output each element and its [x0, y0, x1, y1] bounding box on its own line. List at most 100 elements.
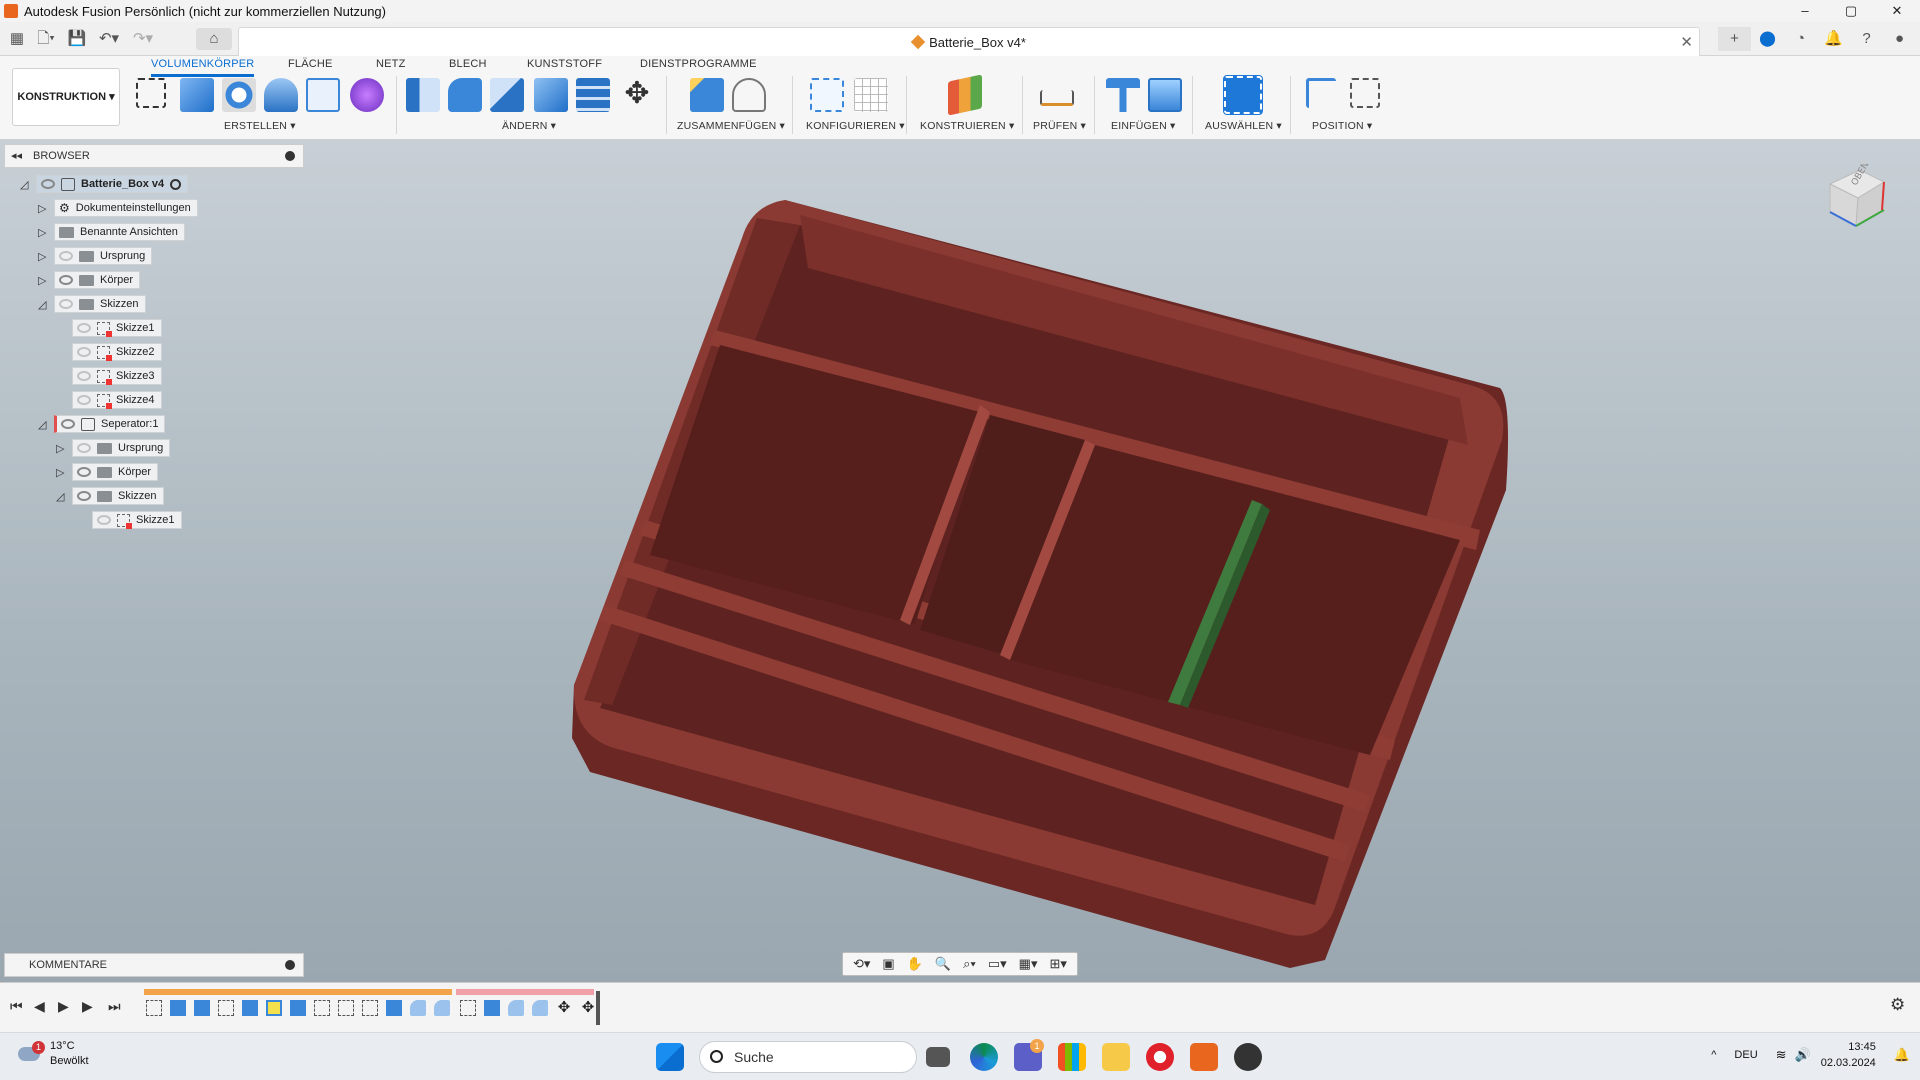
tree-node-seperator-koerper[interactable]: ▷ Körper [56, 462, 159, 482]
extrude-feature-icon[interactable] [170, 1000, 186, 1016]
display-settings-icon[interactable]: ▭▾ [988, 956, 1007, 972]
notifications-icon[interactable]: 🔔 [1817, 27, 1850, 51]
collapse-icon[interactable]: ◿ [20, 178, 34, 191]
eye-icon[interactable] [41, 179, 55, 189]
pan-icon[interactable]: ✋ [907, 956, 923, 972]
group-einfuegen[interactable]: EINFÜGEN ▾ [1111, 120, 1175, 132]
eye-icon[interactable] [77, 443, 91, 453]
clock[interactable]: 13:45 02.03.2024 [1821, 1039, 1876, 1071]
move-feature-icon[interactable]: ✥ [556, 1000, 572, 1016]
chevron-up-icon[interactable]: ^ [1711, 1049, 1716, 1061]
fit-icon[interactable]: ⌕▾ [963, 956, 976, 972]
input-language[interactable]: DEU [1734, 1049, 1757, 1061]
tree-node-dokumenteinstellungen[interactable]: ▷ ⚙ Dokumenteinstellungen [38, 198, 198, 218]
tree-node-benannte-ansichten[interactable]: ▷ Benannte Ansichten [38, 222, 185, 242]
zoom-icon[interactable]: 🔍 [935, 956, 951, 972]
eye-icon[interactable] [77, 491, 91, 501]
move-copy-icon[interactable]: ✥ [620, 78, 654, 112]
fusion-taskbar-icon[interactable] [1190, 1043, 1218, 1071]
tab-flaeche[interactable]: FLÄCHE [288, 58, 333, 74]
activate-icon[interactable] [170, 178, 182, 190]
tree-node-ursprung[interactable]: ▷ Ursprung [38, 246, 153, 266]
sketch-feature-icon[interactable] [362, 1000, 378, 1016]
create-sketch-icon[interactable] [136, 78, 166, 108]
go-to-start-icon[interactable]: ⏮ [10, 998, 23, 1015]
task-view-icon[interactable] [926, 1047, 950, 1067]
expand-icon[interactable]: ▷ [38, 250, 52, 263]
extensions-icon[interactable]: ⬤ [1751, 27, 1784, 51]
expand-icon[interactable]: ▷ [38, 226, 52, 239]
sketch-feature-icon[interactable] [314, 1000, 330, 1016]
eye-icon[interactable] [59, 299, 73, 309]
sketch-feature-icon[interactable] [338, 1000, 354, 1016]
insert-image-icon[interactable] [1148, 78, 1182, 112]
step-back-icon[interactable]: ◀ [34, 998, 45, 1015]
offset-plane-icon[interactable] [948, 74, 982, 116]
eye-icon[interactable] [59, 275, 73, 285]
group-konfigurieren[interactable]: KONFIGURIEREN ▾ [806, 120, 905, 132]
extrude-feature-icon[interactable] [290, 1000, 306, 1016]
joint-icon[interactable] [732, 78, 766, 112]
eye-icon[interactable] [77, 347, 91, 357]
revert-position-icon[interactable] [1350, 78, 1380, 108]
new-component-icon[interactable] [690, 78, 724, 112]
tab-dienstprogramme[interactable]: DIENSTPROGRAMME [640, 58, 757, 74]
save-icon[interactable]: 💾 [66, 28, 88, 50]
new-tab-icon[interactable]: + [1718, 27, 1751, 51]
file-explorer-icon[interactable] [1102, 1043, 1130, 1071]
collapse-icon[interactable]: ◿ [56, 490, 70, 503]
weather-widget[interactable]: 1 13°C Bewölkt [16, 1039, 89, 1069]
grid-icon[interactable]: ▦▾ [1019, 956, 1038, 972]
notification-bell-icon[interactable]: 🔔 [1894, 1047, 1910, 1063]
orbit-icon[interactable]: ⟲▾ [853, 956, 870, 972]
revolve-icon[interactable] [222, 78, 256, 112]
eye-icon[interactable] [59, 251, 73, 261]
fillet-feature-icon[interactable] [434, 1000, 450, 1016]
wifi-icon[interactable]: ≋ [1776, 1047, 1787, 1063]
eye-icon[interactable] [61, 419, 75, 429]
workspace-dropdown[interactable]: KONSTRUKTION ▾ [12, 68, 120, 126]
add-comment-icon[interactable] [285, 960, 295, 970]
extrude-feature-icon[interactable] [484, 1000, 500, 1016]
tree-node-koerper[interactable]: ▷ Körper [38, 270, 141, 290]
comments-panel[interactable]: KOMMENTARE [4, 953, 304, 977]
close-document-icon[interactable]: ✕ [1680, 33, 1693, 51]
sketch-feature-icon[interactable] [460, 1000, 476, 1016]
selected-feature-icon[interactable] [266, 1000, 282, 1016]
extrude-icon[interactable] [180, 78, 214, 112]
eye-icon[interactable] [77, 467, 91, 477]
edge-icon[interactable] [970, 1043, 998, 1071]
collapse-browser-icon[interactable]: ◂◂ [11, 145, 22, 167]
pattern-icon[interactable] [306, 78, 340, 112]
group-zusammenfuegen[interactable]: ZUSAMMENFÜGEN ▾ [677, 120, 785, 132]
shell-icon[interactable] [490, 78, 524, 112]
collapse-icon[interactable]: ◿ [38, 298, 52, 311]
configuration-table-icon[interactable] [854, 78, 888, 112]
insert-derive-icon[interactable] [1106, 78, 1140, 112]
press-pull-icon[interactable] [406, 78, 440, 112]
extrude-feature-icon[interactable] [386, 1000, 402, 1016]
fillet-icon[interactable] [448, 78, 482, 112]
eye-icon[interactable] [97, 515, 111, 525]
tree-node-seperator-skizzen[interactable]: ◿ Skizzen [56, 486, 164, 506]
eye-icon[interactable] [77, 371, 91, 381]
form-icon[interactable] [350, 78, 384, 112]
group-aendern[interactable]: ÄNDERN ▾ [502, 120, 556, 132]
fillet-feature-icon[interactable] [532, 1000, 548, 1016]
combine-icon[interactable] [534, 78, 568, 112]
eye-icon[interactable] [77, 323, 91, 333]
job-status-icon[interactable]: ◔ [1784, 27, 1817, 51]
tab-blech[interactable]: BLECH [449, 58, 487, 74]
measure-icon[interactable] [1040, 90, 1074, 106]
eye-icon[interactable] [77, 395, 91, 405]
redo-icon[interactable]: ↷▾ [128, 28, 158, 50]
tree-node-seperator[interactable]: ◿ Seperator:1 [38, 414, 166, 434]
undo-icon[interactable]: ↶▾ [94, 28, 124, 50]
minimize-button[interactable]: – [1782, 0, 1828, 22]
tree-node-root[interactable]: ◿ Batterie_Box v4 [20, 174, 189, 194]
configure-icon[interactable] [810, 78, 844, 112]
search-box[interactable]: Suche [699, 1041, 917, 1073]
expand-icon[interactable]: ▷ [38, 274, 52, 287]
group-auswaehlen[interactable]: AUSWÄHLEN ▾ [1205, 120, 1282, 132]
extrude-feature-icon[interactable] [194, 1000, 210, 1016]
